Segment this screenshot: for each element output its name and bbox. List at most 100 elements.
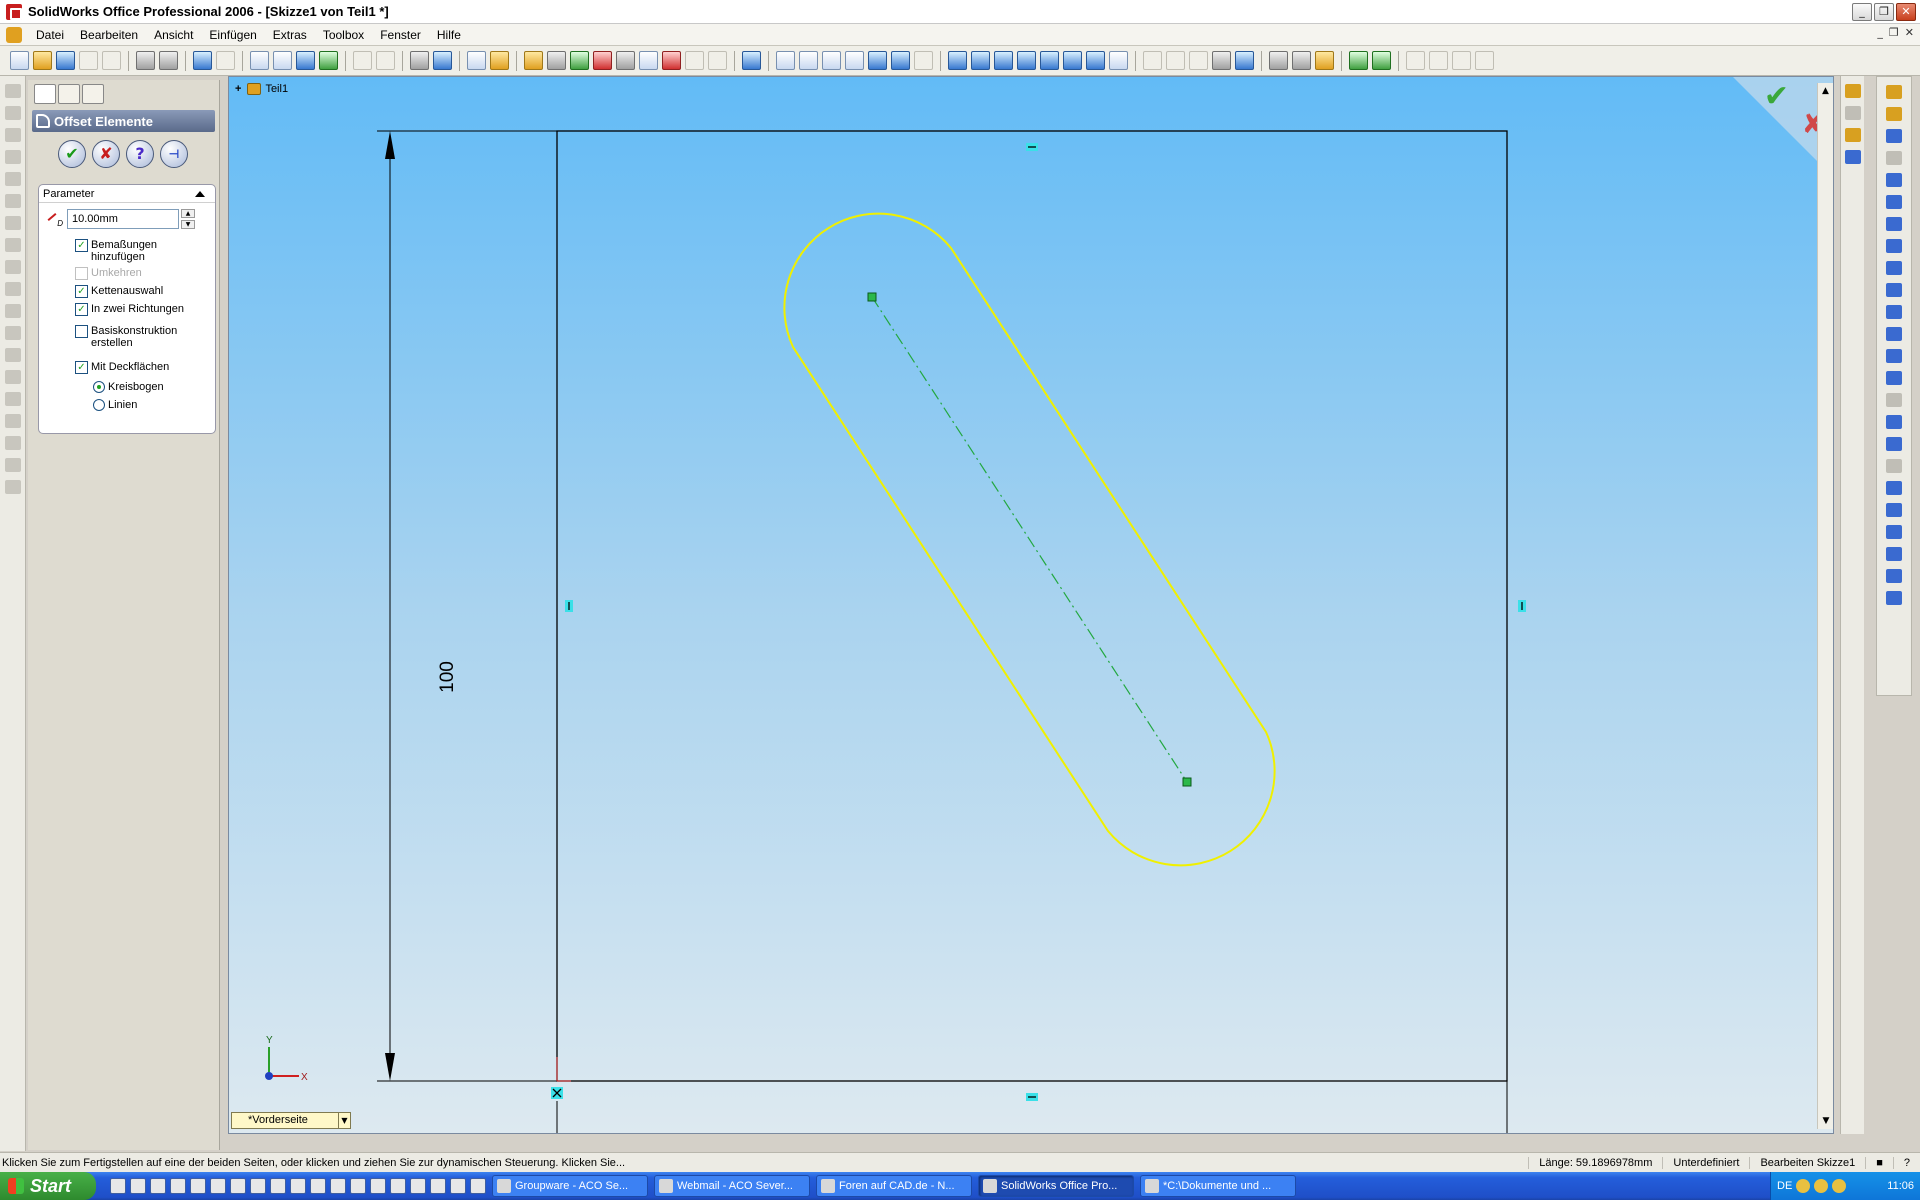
quicklaunch-ie-icon[interactable]: [130, 1178, 146, 1194]
save-icon[interactable]: [56, 51, 75, 70]
chamfer-icon[interactable]: [4, 260, 21, 274]
quicklaunch-app-13-icon[interactable]: [350, 1178, 366, 1194]
left-view-icon[interactable]: [994, 51, 1013, 70]
doc-minimize-icon[interactable]: _: [1877, 26, 1883, 39]
tray-app-icon[interactable]: [1796, 1179, 1811, 1193]
top-view-icon[interactable]: [1040, 51, 1059, 70]
view-orientation-dropdown-icon[interactable]: ▼: [338, 1113, 350, 1128]
cut-revolve-icon[interactable]: [4, 194, 21, 208]
quicklaunch-app-14-icon[interactable]: [370, 1178, 386, 1194]
zoom-to-selection-icon[interactable]: [845, 51, 864, 70]
new-document-icon[interactable]: [10, 51, 29, 70]
undo-icon[interactable]: [193, 51, 212, 70]
offset-distance-input[interactable]: [67, 209, 179, 229]
quicklaunch-app-18-icon[interactable]: [450, 1178, 466, 1194]
tangent-arc-icon[interactable]: [1886, 283, 1902, 297]
spline-tool-icon[interactable]: [1886, 349, 1902, 363]
pan-icon[interactable]: [891, 51, 910, 70]
surfaces-icon[interactable]: [662, 51, 681, 70]
print-icon[interactable]: [136, 51, 155, 70]
doc-close-icon[interactable]: ✕: [1905, 26, 1914, 39]
open-icon[interactable]: [33, 51, 52, 70]
graphics-area[interactable]: + Teil1 100 Y X ✔ ✘ ▲ ▼ *Vorderseite ▼: [228, 76, 1834, 1134]
taskbar-item-documents[interactable]: *C:\Dokumente und ...: [1140, 1175, 1296, 1197]
exit-sketch-icon[interactable]: [1886, 129, 1902, 143]
draft-icon[interactable]: [4, 326, 21, 340]
offset-entities-tool-icon[interactable]: [1886, 525, 1902, 539]
make-assembly-icon[interactable]: [102, 51, 121, 70]
arcs-option[interactable]: Kreisbogen: [93, 381, 164, 393]
cancel-button[interactable]: ✘: [92, 140, 120, 168]
menu-fenster[interactable]: Fenster: [372, 28, 429, 42]
shaded-with-edges-icon[interactable]: [1212, 51, 1231, 70]
normal-to-icon[interactable]: [1109, 51, 1128, 70]
quicklaunch-app-12-icon[interactable]: [330, 1178, 346, 1194]
rotate-view-icon[interactable]: [868, 51, 887, 70]
bottom-view-icon[interactable]: [1063, 51, 1082, 70]
collapse-arrow-icon[interactable]: [195, 191, 205, 197]
select-icon[interactable]: [250, 51, 269, 70]
bidirectional-option[interactable]: ✓ In zwei Richtungen: [75, 303, 184, 316]
features-icon[interactable]: [547, 51, 566, 70]
select-chain-option[interactable]: ✓ Kettenauswahl: [75, 285, 163, 298]
file-properties-icon[interactable]: [353, 51, 372, 70]
status-help-icon[interactable]: ?: [1892, 1156, 1920, 1169]
extend-entities-icon[interactable]: [1886, 569, 1902, 583]
cap-ends-checkbox[interactable]: ✓: [75, 361, 88, 374]
realview-icon[interactable]: [1315, 51, 1334, 70]
convert-entities-icon[interactable]: [1886, 503, 1902, 517]
scroll-down-arrow-icon[interactable]: ▼: [1818, 1113, 1833, 1129]
quicklaunch-app-4-icon[interactable]: [170, 1178, 186, 1194]
view-orientation-tab[interactable]: *Vorderseite ▼: [231, 1112, 351, 1129]
wireframe-icon[interactable]: [1143, 51, 1162, 70]
linear-pattern-icon[interactable]: [4, 370, 21, 384]
clock[interactable]: 11:06: [1887, 1180, 1914, 1192]
spin-down-arrow-icon[interactable]: ▼: [181, 220, 195, 229]
sheet-metal-icon[interactable]: [685, 51, 704, 70]
centerline-tool-icon[interactable]: [1886, 327, 1902, 341]
graphics-vertical-scrollbar[interactable]: ▲ ▼: [1817, 83, 1833, 1129]
section-view-icon[interactable]: [1292, 51, 1311, 70]
revolve-icon[interactable]: [4, 106, 21, 120]
quicklaunch-app-6-icon[interactable]: [210, 1178, 226, 1194]
right-view-icon[interactable]: [1017, 51, 1036, 70]
configuration-manager-tab[interactable]: [82, 84, 104, 104]
scroll-up-arrow-icon[interactable]: ▲: [1818, 83, 1833, 99]
reference-geometry-icon[interactable]: [616, 51, 635, 70]
dimension-value[interactable]: 100: [437, 661, 458, 693]
scale-icon[interactable]: [4, 458, 21, 472]
file-explorer-icon[interactable]: [1844, 128, 1861, 142]
three-point-arc-icon[interactable]: [1886, 305, 1902, 319]
help-button[interactable]: ?: [126, 140, 154, 168]
confirm-corner-ok-icon[interactable]: ✔: [1764, 79, 1789, 114]
text-tool-icon[interactable]: [1886, 393, 1902, 407]
hidden-lines-visible-icon[interactable]: [1166, 51, 1185, 70]
photoworks-icon[interactable]: [1349, 51, 1368, 70]
centerline-start-point[interactable]: [867, 292, 877, 302]
restore-button[interactable]: ❐: [1874, 3, 1894, 21]
sketch-rectangle[interactable]: [556, 130, 1508, 1082]
previous-view-icon[interactable]: [742, 51, 761, 70]
taskbar-item-webmail[interactable]: Webmail - ACO Sever...: [654, 1175, 810, 1197]
print-preview-icon[interactable]: [159, 51, 178, 70]
add-relation-icon[interactable]: [1886, 415, 1902, 429]
roll-view-icon[interactable]: [914, 51, 933, 70]
taskbar-item-solidworks[interactable]: SolidWorks Office Pro...: [978, 1175, 1134, 1197]
mirror-entities-icon[interactable]: [1886, 481, 1902, 495]
menu-datei[interactable]: Datei: [28, 28, 72, 42]
ok-button[interactable]: ✔: [58, 140, 86, 168]
lines-option[interactable]: Linien: [93, 399, 137, 411]
move-entities-icon[interactable]: [1886, 591, 1902, 605]
quicklaunch-app-15-icon[interactable]: [390, 1178, 406, 1194]
hole-icon[interactable]: [4, 348, 21, 362]
centerpoint-arc-icon[interactable]: [1886, 261, 1902, 275]
dome-icon[interactable]: [4, 436, 21, 450]
spin-up-arrow-icon[interactable]: ▲: [181, 209, 195, 218]
zoom-to-fit-icon[interactable]: [776, 51, 795, 70]
collapse-task-pane-icon[interactable]: [1844, 150, 1861, 164]
make-base-construction-checkbox[interactable]: [75, 325, 88, 338]
zoom-to-area-icon[interactable]: [799, 51, 818, 70]
menu-hilfe[interactable]: Hilfe: [429, 28, 469, 42]
menu-toolbox[interactable]: Toolbox: [315, 28, 372, 42]
shaded-icon[interactable]: [1235, 51, 1254, 70]
